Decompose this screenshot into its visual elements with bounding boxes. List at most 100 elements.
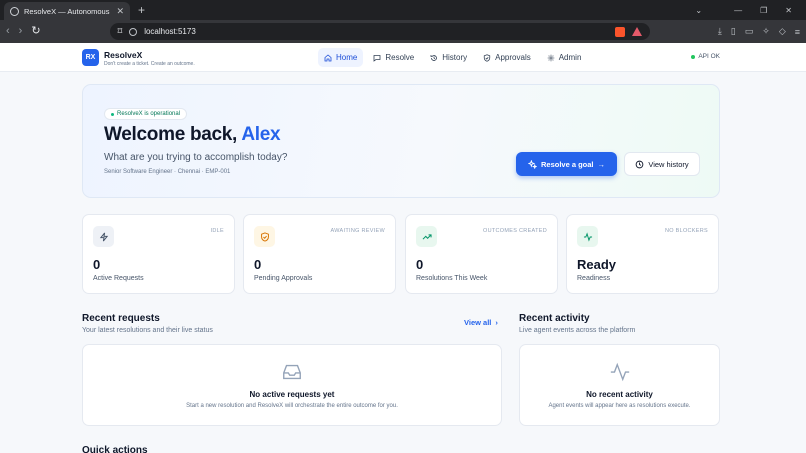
rewards-icon[interactable] <box>631 27 642 36</box>
sparkle-icon <box>527 159 537 169</box>
app-logo[interactable]: RX <box>82 49 99 66</box>
site-info-icon[interactable] <box>129 27 138 36</box>
menu-icon[interactable]: ≡ <box>795 27 800 37</box>
welcome-prefix: Welcome back, <box>104 124 238 145</box>
welcome-heading: Welcome back, Alex <box>104 124 281 146</box>
bolt-icon <box>93 226 114 247</box>
stat-card-pending-approvals[interactable]: AWAITING REVIEW 0 Pending Approvals <box>243 214 396 294</box>
app-header: RX ResolveX Don't create a ticket. Creat… <box>0 43 806 72</box>
stat-value: Ready <box>577 257 617 272</box>
nav-resolve-label: Resolve <box>385 53 415 62</box>
recent-activity-panel: No recent activity Agent events will app… <box>519 344 720 426</box>
nav-approvals-label: Approvals <box>495 53 531 62</box>
view-history-button[interactable]: View history <box>624 152 700 176</box>
user-name: Alex <box>241 124 281 145</box>
stat-card-active-requests[interactable]: IDLE 0 Active Requests <box>82 214 235 294</box>
status-pill-label: ResolveX is operational <box>117 111 181 117</box>
stat-card-resolutions[interactable]: OUTCOMES CREATED 0 Resolutions This Week <box>405 214 558 294</box>
welcome-hero: ResolveX is operational Welcome back, Al… <box>82 84 720 198</box>
download-icon[interactable]: ⤓ <box>718 26 722 37</box>
quick-actions-title: Quick actions <box>82 445 148 453</box>
recent-activity-subtitle: Live agent events across the platform <box>519 327 636 334</box>
tab-search-icon[interactable]: ⌄ <box>695 6 702 15</box>
close-window-icon[interactable]: ✕ <box>785 6 792 15</box>
new-tab-icon[interactable]: + <box>138 4 145 16</box>
view-history-label: View history <box>648 159 689 169</box>
stat-label: Pending Approvals <box>254 275 313 282</box>
brand: ResolveX Don't create a ticket. Create a… <box>104 50 195 67</box>
stat-value: 0 <box>93 257 101 272</box>
hero-subtitle: What are you trying to accomplish today? <box>104 152 288 163</box>
inbox-icon <box>283 364 301 380</box>
main-nav: Home Resolve History Approvals Admin <box>318 48 587 67</box>
api-status-label: API OK <box>698 53 720 60</box>
browser-toolbar: ‹ › ↻ ⌑ localhost:5173 ⤓ ▯ ▭ ✧ ◇ ≡ <box>0 20 806 43</box>
brand-tagline: Don't create a ticket. Create an outcome… <box>104 61 195 67</box>
clock-icon <box>636 160 644 168</box>
empty-state-title: No active requests yet <box>249 390 335 399</box>
chat-icon <box>373 54 381 62</box>
stat-label: Active Requests <box>93 275 144 282</box>
user-meta: Senior Software Engineer · Chennai · EMP… <box>104 169 231 175</box>
recent-requests-subtitle: Your latest resolutions and their live s… <box>82 327 213 334</box>
empty-state-description: Agent events will appear here as resolut… <box>548 403 691 409</box>
api-status: API OK <box>691 53 720 60</box>
maximize-icon[interactable]: ❐ <box>760 6 767 15</box>
status-dot <box>691 54 696 59</box>
resolve-goal-button[interactable]: Resolve a goal → <box>516 152 617 176</box>
empty-state-description: Start a new resolution and ResolveX will… <box>186 403 398 409</box>
nav-admin-label: Admin <box>558 53 582 62</box>
brand-name: ResolveX <box>104 50 143 60</box>
pulse-icon <box>577 226 598 247</box>
view-all-link[interactable]: View all › <box>464 318 498 327</box>
stat-badge: IDLE <box>210 228 224 234</box>
reload-icon[interactable]: ↻ <box>31 26 40 37</box>
status-dot <box>111 112 114 116</box>
forward-icon[interactable]: › <box>19 26 23 37</box>
arrow-right-icon: → <box>597 159 606 169</box>
stat-label: Readiness <box>577 275 611 282</box>
stat-card-readiness[interactable]: NO BLOCKERS Ready Readiness <box>566 214 719 294</box>
window-controls: ⌄ — ❐ ✕ <box>695 6 806 15</box>
browser-tab-title: ResolveX — Autonomous Emplo... <box>24 6 111 16</box>
stat-badge: OUTCOMES CREATED <box>483 228 547 234</box>
view-all-label: View all <box>464 318 492 327</box>
chevron-right-icon: › <box>495 318 498 327</box>
gear-icon <box>547 54 554 61</box>
shield-check-icon <box>254 226 275 247</box>
wallet-icon[interactable]: ▭ <box>745 26 754 37</box>
bookmark-icon[interactable]: ⌑ <box>118 27 123 36</box>
status-pill: ResolveX is operational <box>104 108 188 120</box>
ai-icon[interactable]: ✧ <box>762 26 770 37</box>
stat-value: 0 <box>416 257 424 272</box>
nav-approvals[interactable]: Approvals <box>477 48 537 67</box>
activity-icon <box>610 362 629 382</box>
recent-requests-panel: No active requests yet Start a new resol… <box>82 344 502 426</box>
empty-state-title: No recent activity <box>586 390 653 399</box>
nav-home-label: Home <box>336 53 358 62</box>
browser-tab-bar: ResolveX — Autonomous Emplo... ✕ + ⌄ — ❐… <box>0 0 806 20</box>
history-icon <box>430 54 438 61</box>
address-bar[interactable]: ⌑ localhost:5173 <box>109 23 650 40</box>
sidebar-icon[interactable]: ▯ <box>731 26 736 37</box>
browser-tab[interactable]: ResolveX — Autonomous Emplo... ✕ <box>4 2 130 20</box>
back-icon[interactable]: ‹ <box>6 26 10 37</box>
vpn-icon[interactable]: ◇ <box>779 26 786 37</box>
home-icon <box>324 53 332 61</box>
recent-activity-title: Recent activity <box>519 313 590 324</box>
close-tab-icon[interactable]: ✕ <box>116 6 124 16</box>
stat-badge: AWAITING REVIEW <box>330 228 385 234</box>
url-text[interactable]: localhost:5173 <box>144 27 607 36</box>
stat-badge: NO BLOCKERS <box>664 228 708 234</box>
shield-check-icon <box>483 53 491 62</box>
globe-icon <box>10 6 19 16</box>
nav-history[interactable]: History <box>424 48 473 67</box>
stat-value: 0 <box>254 257 262 272</box>
resolve-goal-label: Resolve a goal <box>540 159 594 169</box>
minimize-icon[interactable]: — <box>734 6 742 15</box>
nav-resolve[interactable]: Resolve <box>367 48 420 67</box>
nav-home[interactable]: Home <box>318 48 364 67</box>
brave-shield-icon[interactable] <box>614 26 625 37</box>
nav-admin[interactable]: Admin <box>541 48 588 67</box>
recent-requests-title: Recent requests <box>82 313 160 324</box>
